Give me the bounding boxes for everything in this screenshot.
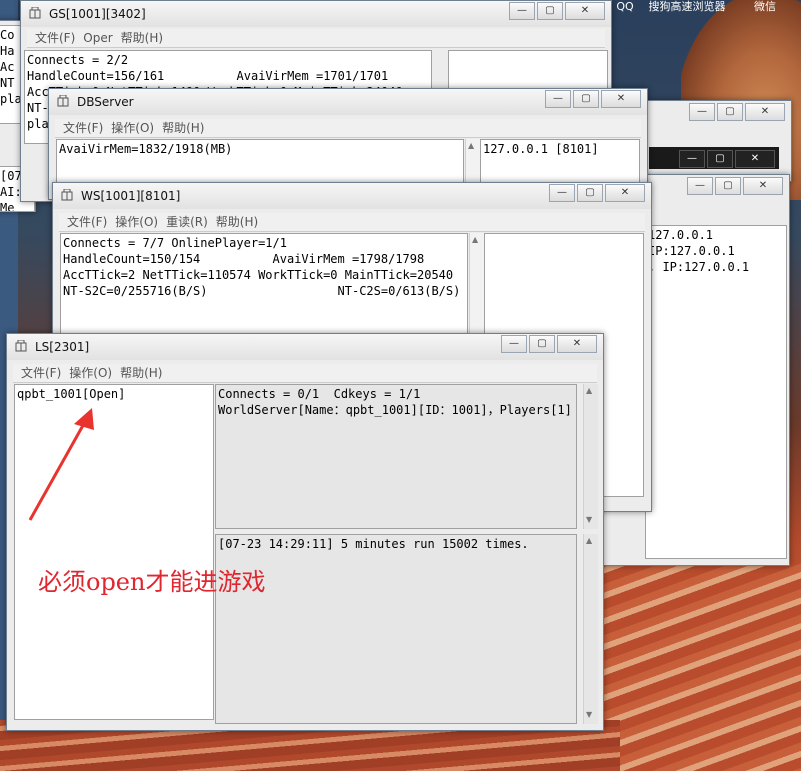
- annotation-text: 必须open才能进游戏: [38, 568, 266, 596]
- annotation-arrow-icon: [28, 408, 94, 521]
